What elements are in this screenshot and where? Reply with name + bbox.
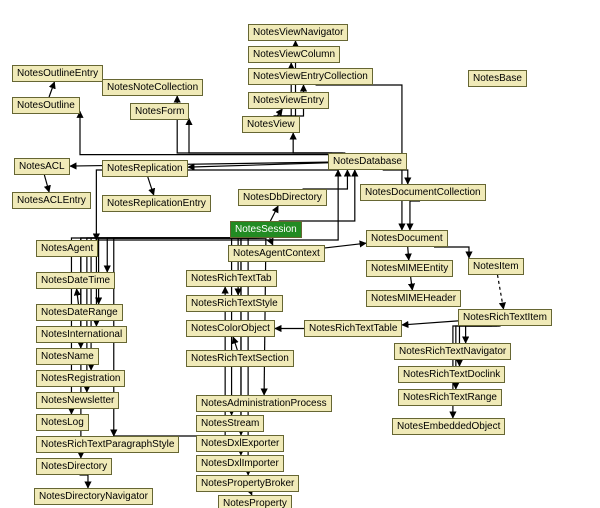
node-notesagent: NotesAgent [36,240,98,257]
node-notesrichtextnavigator: NotesRichTextNavigator [394,343,511,360]
node-notesinternational: NotesInternational [36,326,127,343]
edge-NotesReplication-NotesReplicationEntry [148,177,154,195]
node-notesembeddedobject: NotesEmbeddedObject [392,418,505,435]
node-notesviewcolumn: NotesViewColumn [248,46,340,63]
edge-NotesAgentContext-NotesDocument [325,243,366,248]
node-notesform: NotesForm [130,103,189,120]
node-notesdxlexporter: NotesDxlExporter [196,435,284,452]
node-notesreplicationentry: NotesReplicationEntry [102,195,211,212]
node-notesrichtextrange: NotesRichTextRange [398,389,502,406]
node-notesviewnavigator: NotesViewNavigator [248,24,348,41]
edge-NotesItem-NotesRichTextItem [498,275,504,309]
node-notesrichtexttable: NotesRichTextTable [304,320,402,337]
edge-NotesDateRange-NotesDateTime [77,289,79,304]
edge-NotesOutline-NotesOutlineEntry [49,82,54,97]
edge-NotesRichTextItem-NotesRichTextNavigator [466,326,492,343]
edge-NotesDocument-NotesMIMEEntity [408,247,409,260]
node-notesregistration: NotesRegistration [36,370,125,387]
edge-NotesACL-NotesACLEntry [44,175,49,192]
node-notesnotecollection: NotesNoteCollection [102,79,203,96]
node-notesname: NotesName [36,348,99,365]
node-notesdaterange: NotesDateRange [36,304,123,321]
edge-NotesDirectory-NotesDirectoryNavigator [80,475,88,488]
node-notesbase: NotesBase [468,70,527,87]
node-notesdxlimporter: NotesDxlImporter [196,455,284,472]
edge-NotesDocument-NotesItem [434,247,469,258]
node-notesdatabase: NotesDatabase [328,153,407,170]
node-notesrichtextdoclink: NotesRichTextDoclink [398,366,505,383]
edge-NotesSession-NotesDbDirectory [270,206,278,221]
node-notesdirectorynavigator: NotesDirectoryNavigator [34,488,153,505]
node-notesadministrationprocess: NotesAdministrationProcess [196,395,332,412]
node-notesreplication: NotesReplication [102,160,188,177]
node-notesoutlineentry: NotesOutlineEntry [12,65,103,82]
edge-NotesDocumentCollection-NotesDocument [410,201,420,230]
node-notesrichtextsection: NotesRichTextSection [186,350,294,367]
node-notesmimeheader: NotesMIMEHeader [366,290,461,307]
node-notescolorobject: NotesColorObject [186,320,275,337]
node-noteslog: NotesLog [36,414,89,431]
node-notesdirectory: NotesDirectory [36,458,112,475]
node-notesaclentry: NotesACLEntry [12,192,91,209]
edge-NotesView-NotesViewEntry [277,109,282,116]
edge-NotesDatabase-NotesDocumentCollection [383,170,408,184]
node-notessession: NotesSession [230,221,302,238]
edge-NotesDatabase-NotesView [293,133,345,153]
node-notesrichtextparagraphstyle: NotesRichTextParagraphStyle [36,436,179,453]
node-notesagentcontext: NotesAgentContext [228,245,325,262]
node-notesdocumentcollection: NotesDocumentCollection [360,184,486,201]
node-notesviewentrycollection: NotesViewEntryCollection [248,68,373,85]
edge-NotesSession-NotesAgentContext [270,238,273,245]
edge-NotesDatabase-NotesReplication [188,163,328,167]
node-notesnewsletter: NotesNewsletter [36,392,119,409]
edge-NotesMIMEEntity-NotesMIMEHeader [411,277,413,290]
node-notesmimeentity: NotesMIMEEntity [366,260,453,277]
node-notesdatetime: NotesDateTime [36,272,115,289]
node-notesrichtextstyle: NotesRichTextStyle [186,295,283,312]
edge-NotesSession-NotesDateTime [107,238,234,272]
node-notesdbdirectory: NotesDbDirectory [238,189,327,206]
edge-NotesRichTextSection-NotesColorObject [233,337,237,350]
node-notesproperty: NotesProperty [218,495,292,508]
node-notesrichtextitem: NotesRichTextItem [458,309,552,326]
node-notesacl: NotesACL [14,158,70,175]
node-notesviewentry: NotesViewEntry [248,92,329,109]
edge-NotesDbDirectory-NotesDatabase [303,170,348,189]
node-notesrichtexttab: NotesRichTextTab [186,270,277,287]
node-notesdocument: NotesDocument [366,230,448,247]
node-notesview: NotesView [242,116,300,133]
node-notesstream: NotesStream [196,415,264,432]
edge-NotesRichTextItem-NotesRichTextTable [402,321,458,325]
node-notespropertybroker: NotesPropertyBroker [196,475,299,492]
node-notesoutline: NotesOutline [12,97,80,114]
node-notesitem: NotesItem [468,258,524,275]
